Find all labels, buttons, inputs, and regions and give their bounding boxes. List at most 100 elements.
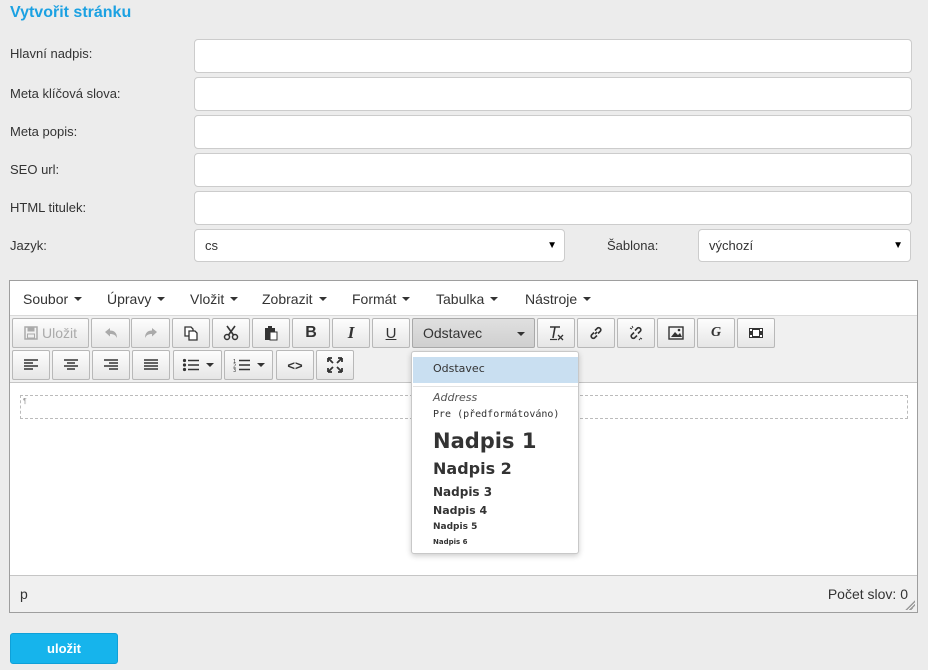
word-count: Počet slov: 0 xyxy=(827,586,908,602)
meta-keywords-label: Meta klíčová slova: xyxy=(10,86,121,101)
meta-description-input[interactable] xyxy=(194,115,912,149)
insert-media-button[interactable] xyxy=(737,318,775,348)
save-toolbar-button[interactable]: Uložit xyxy=(12,318,89,348)
menu-label: Zobrazit xyxy=(262,291,313,307)
seo-url-label: SEO url: xyxy=(10,162,60,177)
italic-button[interactable]: I xyxy=(332,318,370,348)
format-option-heading-2[interactable]: Nadpis 2 xyxy=(433,459,512,478)
underline-icon: U xyxy=(385,324,397,342)
resize-handle-icon[interactable] xyxy=(905,600,915,610)
align-center-button[interactable] xyxy=(52,350,90,380)
bullet-list-button[interactable] xyxy=(173,350,222,380)
clipboard-icon xyxy=(265,326,278,341)
clear-format-button[interactable] xyxy=(537,318,575,348)
meta-description-label: Meta popis: xyxy=(10,124,78,139)
google-icon: G xyxy=(710,325,722,340)
element-path[interactable]: p xyxy=(20,586,28,602)
menu-label: Úpravy xyxy=(107,291,152,307)
align-center-icon xyxy=(64,359,78,370)
language-select-value: cs xyxy=(205,238,218,253)
caret-down-icon xyxy=(205,363,214,367)
floppy-icon xyxy=(24,326,38,340)
align-right-icon xyxy=(104,359,118,370)
underline-button[interactable]: U xyxy=(372,318,410,348)
format-select-value: Odstavec xyxy=(423,325,483,341)
save-toolbar-label: Uložit xyxy=(41,325,77,341)
language-label: Jazyk: xyxy=(10,238,47,253)
select-arrow-icon: ▼ xyxy=(547,240,557,251)
menu-format[interactable]: Formát xyxy=(352,291,411,307)
menu-edit[interactable]: Úpravy xyxy=(107,291,166,307)
editor-menubar: Soubor Úpravy Vložit Zobrazit Formát Tab… xyxy=(10,281,917,316)
menu-label: Nástroje xyxy=(525,291,578,307)
format-option-heading-1[interactable]: Nadpis 1 xyxy=(433,429,536,453)
align-right-button[interactable] xyxy=(92,350,130,380)
caret-down-icon xyxy=(256,363,265,367)
menu-insert[interactable]: Vložit xyxy=(190,291,239,307)
editor-statusbar: p Počet slov: 0 xyxy=(10,575,917,612)
caret-down-icon xyxy=(157,297,166,302)
html-title-input[interactable] xyxy=(194,191,912,225)
copy-button[interactable] xyxy=(172,318,210,348)
format-option-pre[interactable]: Pre (předformátováno) xyxy=(433,409,559,420)
caret-down-icon xyxy=(318,297,327,302)
bullet-list-icon xyxy=(182,358,199,372)
paste-button[interactable] xyxy=(252,318,290,348)
caret-down-icon xyxy=(583,297,592,302)
format-option-heading-6[interactable]: Nadpis 6 xyxy=(433,538,467,546)
fullscreen-icon xyxy=(327,357,343,373)
undo-icon xyxy=(104,328,117,338)
menu-view[interactable]: Zobrazit xyxy=(262,291,327,307)
menu-label: Vložit xyxy=(190,291,225,307)
caret-down-icon xyxy=(230,297,239,302)
format-option-heading-3[interactable]: Nadpis 3 xyxy=(433,485,492,499)
menu-label: Soubor xyxy=(23,291,69,307)
language-select[interactable]: cs ▼ xyxy=(194,229,565,262)
template-label: Šablona: xyxy=(607,238,659,253)
copy-icon xyxy=(184,326,198,341)
format-option-address[interactable]: Address xyxy=(433,391,477,404)
caret-down-icon xyxy=(490,297,499,302)
insert-image-button[interactable] xyxy=(657,318,695,348)
template-select[interactable]: výchozí ▼ xyxy=(698,229,911,262)
source-code-button[interactable]: <> xyxy=(276,350,314,380)
insert-link-button[interactable] xyxy=(577,318,615,348)
redo-icon xyxy=(144,328,157,338)
italic-icon: I xyxy=(347,323,355,342)
film-icon xyxy=(749,328,763,338)
menu-divider xyxy=(413,386,578,387)
menu-table[interactable]: Tabulka xyxy=(436,291,499,307)
caret-down-icon xyxy=(74,297,83,302)
cut-button[interactable] xyxy=(212,318,250,348)
template-select-value: výchozí xyxy=(709,238,754,253)
redo-button[interactable] xyxy=(131,318,170,348)
numbered-list-icon: 123 xyxy=(233,359,250,372)
fullscreen-button[interactable] xyxy=(316,350,354,380)
format-option-heading-4[interactable]: Nadpis 4 xyxy=(433,504,487,517)
bold-button[interactable]: B xyxy=(292,318,330,348)
main-heading-input[interactable] xyxy=(194,39,912,73)
google-button[interactable]: G xyxy=(697,318,735,348)
scissors-icon xyxy=(223,325,239,341)
align-justify-button[interactable] xyxy=(132,350,170,380)
unlink-icon xyxy=(629,325,643,341)
caret-down-icon xyxy=(402,297,411,302)
format-option-heading-5[interactable]: Nadpis 5 xyxy=(433,522,477,532)
align-left-button[interactable] xyxy=(12,350,50,380)
image-icon xyxy=(668,326,684,340)
format-option-paragraph[interactable]: Odstavec xyxy=(433,362,485,375)
undo-button[interactable] xyxy=(91,318,130,348)
format-select-button[interactable]: Odstavec xyxy=(412,318,535,348)
main-heading-label: Hlavní nadpis: xyxy=(10,46,93,61)
align-justify-icon xyxy=(144,359,158,370)
menu-tools[interactable]: Nástroje xyxy=(525,291,592,307)
html-title-label: HTML titulek: xyxy=(10,200,87,215)
seo-url-input[interactable] xyxy=(194,153,912,187)
remove-link-button[interactable] xyxy=(617,318,655,348)
numbered-list-button[interactable]: 123 xyxy=(224,350,273,380)
meta-keywords-input[interactable] xyxy=(194,77,912,111)
select-arrow-icon: ▼ xyxy=(893,240,903,251)
submit-save-button[interactable]: uložit xyxy=(10,633,118,664)
format-dropdown-menu: Odstavec Address Pre (předformátováno) N… xyxy=(411,351,579,554)
menu-file[interactable]: Soubor xyxy=(23,291,83,307)
